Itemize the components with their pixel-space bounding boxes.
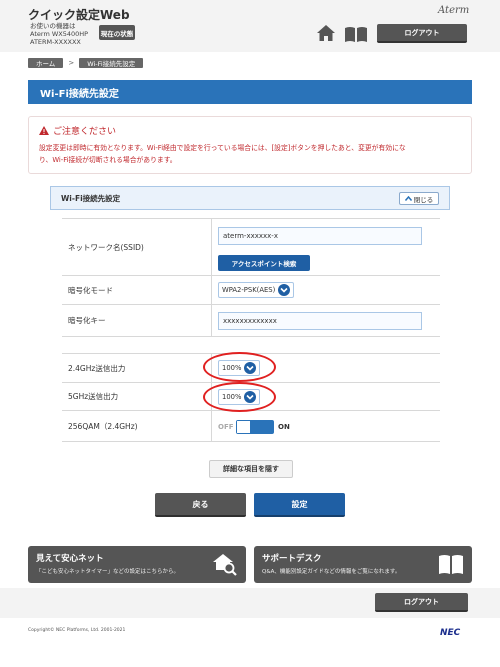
mieru-anshin-banner[interactable]: 見えて安心ネット 「こども安心ネットタイマー」などの設定はこちらから。	[28, 546, 246, 583]
power-5-row: 5GHz送信出力 100%	[62, 383, 440, 411]
banner-subtitle: Q&A、機能別設定ガイドなどの情報をご覧になれます。	[262, 569, 401, 575]
device-model: Aterm WX5400HP	[30, 30, 89, 38]
app-title: クイック設定Web	[28, 8, 130, 22]
section-header: Wi-Fi接続先設定 閉じる	[50, 186, 450, 210]
power-5-label: 5GHz送信出力	[62, 383, 212, 410]
toggle-switch[interactable]	[236, 420, 274, 434]
notice-box: ご注意ください 設定変更は即時に有効となります。Wi-Fi経由で設定を行っている…	[28, 116, 472, 174]
chevron-down-icon	[244, 362, 257, 374]
power-5-value: 100%	[222, 393, 242, 401]
power-5-select[interactable]: 100%	[218, 389, 261, 405]
chevron-up-icon	[404, 196, 412, 201]
banner-subtitle: 「こども安心ネットタイマー」などの設定はこちらから。	[36, 569, 180, 575]
ssid-row: ネットワーク名(SSID) aterm-xxxxxx-x アクセスポイント検索	[62, 219, 440, 276]
encryption-mode-value: WPA2-PSK(AES)	[222, 286, 276, 294]
notice-text: 設定変更は即時に有効となります。Wi-Fi経由で設定を行っている場合には、[設定…	[39, 142, 461, 166]
logout-button[interactable]: ログアウト	[377, 24, 467, 43]
hide-details-button[interactable]: 詳細な項目を隠す	[209, 460, 293, 478]
power-24-value: 100%	[222, 364, 242, 372]
banner-title: 見えて安心ネット	[36, 554, 104, 564]
ssid-settings-table: ネットワーク名(SSID) aterm-xxxxxx-x アクセスポイント検索 …	[62, 218, 440, 337]
toggle-fill	[251, 421, 273, 433]
home-icon[interactable]	[316, 24, 336, 42]
manual-book-icon[interactable]	[344, 26, 368, 42]
device-info: お使いの機器は Aterm WX5400HP ATERM-XXXXXX	[30, 22, 88, 46]
warning-icon	[39, 126, 49, 135]
section-title: Wi-Fi接続先設定	[61, 193, 121, 203]
power-24-select[interactable]: 100%	[218, 360, 261, 376]
encryption-key-label: 暗号化キー	[62, 305, 212, 336]
access-point-search-button[interactable]: アクセスポイント検索	[218, 255, 310, 271]
apply-button[interactable]: 設定	[254, 493, 345, 517]
house-search-icon	[213, 554, 237, 576]
collapse-label: 閉じる	[413, 195, 434, 204]
ssid-input[interactable]: aterm-xxxxxx-x	[218, 227, 422, 245]
radio-settings-table: 2.4GHz送信出力 100% 5GHz送信出力 100% 256QAM（2.4…	[62, 353, 440, 442]
book-icon	[439, 555, 463, 574]
notice-line: 設定変更は即時に有効となります。Wi-Fi経由で設定を行っている場合には、[設定…	[39, 144, 406, 152]
ssid-label: ネットワーク名(SSID)	[62, 219, 212, 275]
breadcrumb: ホーム > Wi-Fi接続先設定	[28, 58, 144, 68]
notice-line: り、Wi-Fi接続が切断される場合があります。	[39, 156, 177, 164]
qam-label: 256QAM（2.4GHz)	[62, 411, 212, 441]
copyright: Copyright© NEC Platforms, Ltd. 2001-2021	[28, 628, 126, 633]
breadcrumb-current: Wi-Fi接続先設定	[79, 58, 144, 68]
power-24-row: 2.4GHz送信出力 100%	[62, 354, 440, 383]
page-title: Wi-Fi接続先設定	[28, 80, 472, 104]
qam-toggle[interactable]: OFF ON	[218, 420, 290, 434]
power-24-label: 2.4GHz送信出力	[62, 354, 212, 382]
encryption-mode-label: 暗号化モード	[62, 276, 212, 304]
toggle-off-label: OFF	[218, 423, 234, 431]
notice-header: ご注意ください	[39, 124, 461, 137]
collapse-button[interactable]: 閉じる	[399, 192, 439, 205]
chevron-down-icon	[278, 284, 291, 296]
toggle-on-label: ON	[278, 423, 290, 431]
header: クイック設定Web お使いの機器は Aterm WX5400HP ATERM-X…	[0, 0, 500, 52]
nec-logo: NEC	[440, 628, 461, 638]
brand-logo: Aterm	[438, 5, 470, 16]
breadcrumb-separator: >	[68, 59, 75, 67]
device-name: ATERM-XXXXXX	[30, 38, 81, 46]
device-info-line: お使いの機器は	[30, 22, 76, 30]
encryption-key-input[interactable]: xxxxxxxxxxxxx	[218, 312, 422, 330]
banner-title: サポートデスク	[262, 554, 322, 564]
back-button[interactable]: 戻る	[155, 493, 246, 517]
encryption-mode-select[interactable]: WPA2-PSK(AES)	[218, 282, 295, 298]
chevron-down-icon	[244, 391, 257, 403]
footer-logout-button[interactable]: ログアウト	[375, 593, 468, 612]
breadcrumb-home[interactable]: ホーム	[28, 58, 64, 68]
encryption-mode-row: 暗号化モード WPA2-PSK(AES)	[62, 276, 440, 305]
toggle-knob	[237, 421, 251, 433]
notice-title: ご注意ください	[53, 127, 117, 137]
encryption-key-row: 暗号化キー xxxxxxxxxxxxx	[62, 305, 440, 337]
support-desk-banner[interactable]: サポートデスク Q&A、機能別設定ガイドなどの情報をご覧になれます。	[254, 546, 472, 583]
current-status-button[interactable]: 現在の状態	[99, 25, 135, 40]
qam-row: 256QAM（2.4GHz) OFF ON	[62, 411, 440, 442]
